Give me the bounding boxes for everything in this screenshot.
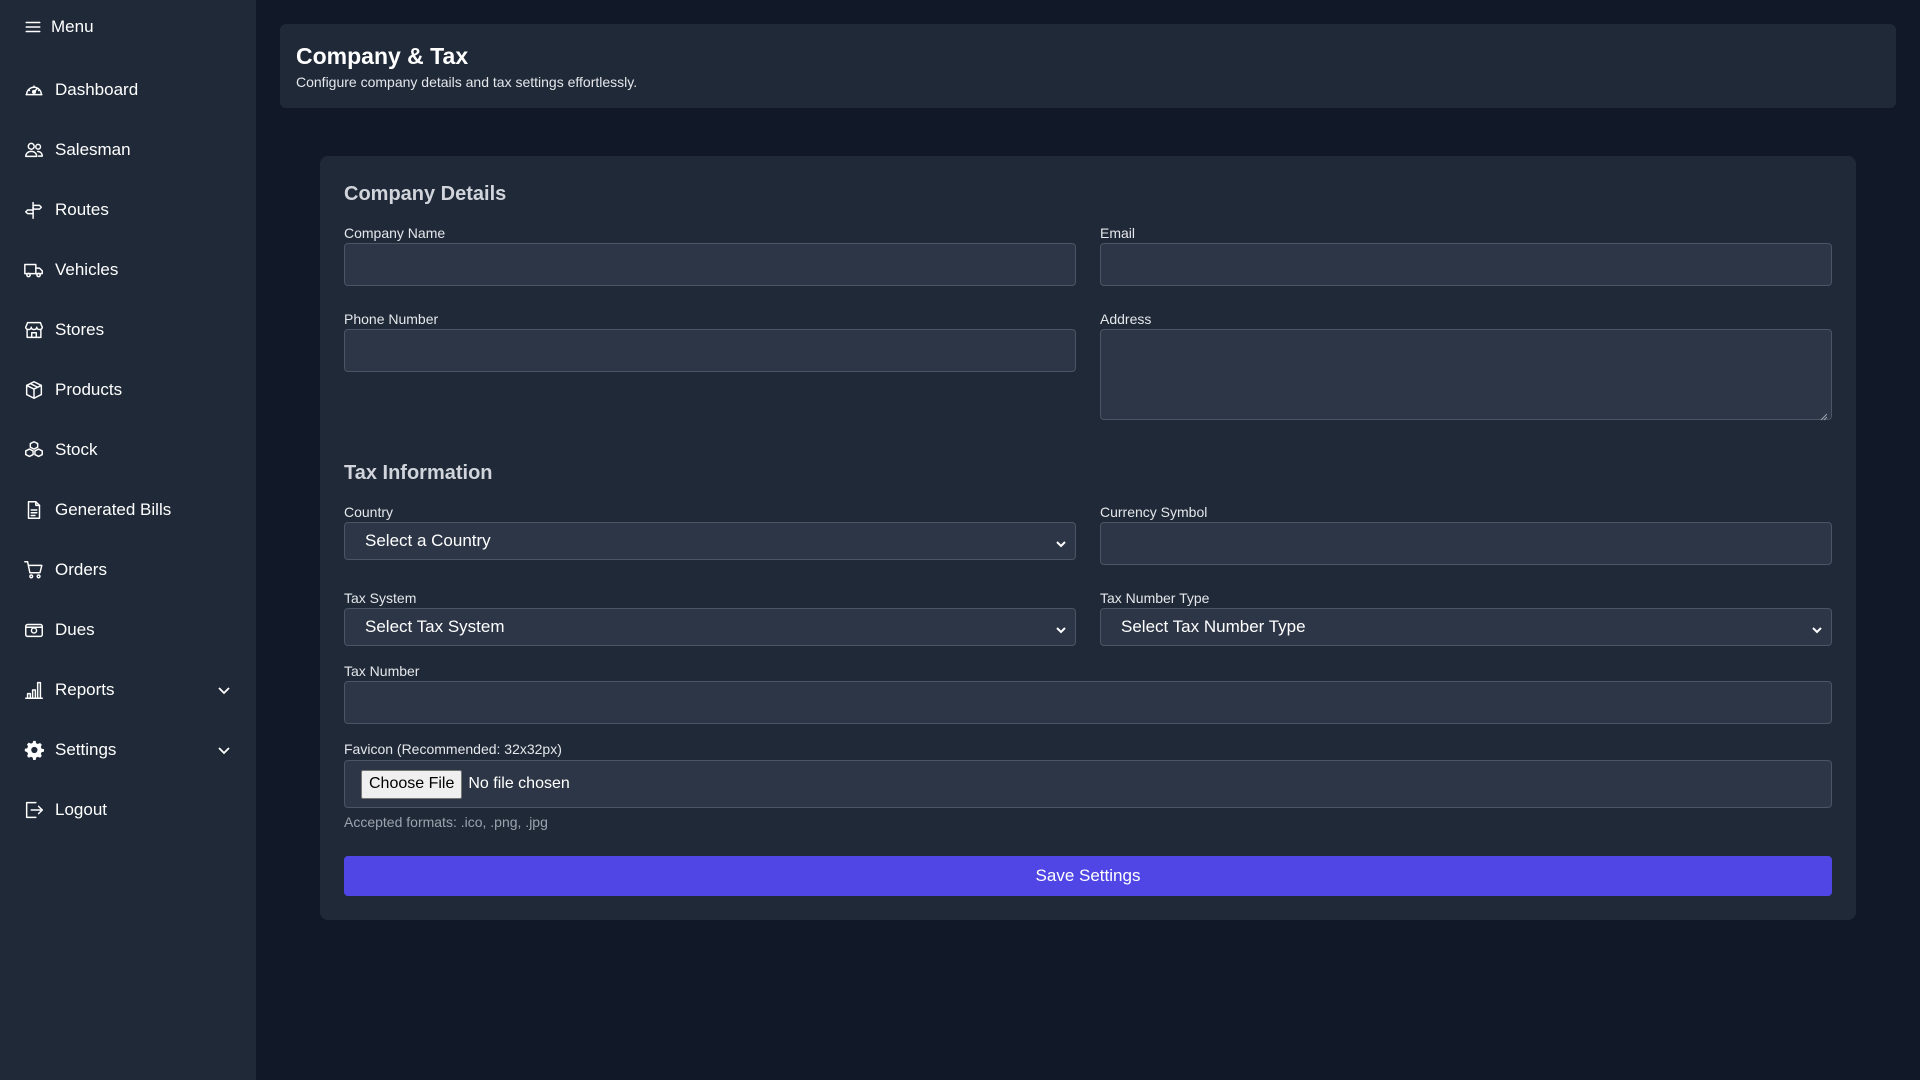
sidebar-item-settings[interactable]: Settings [0, 720, 256, 780]
page-header: Company & Tax Configure company details … [280, 24, 1896, 108]
address-label: Address [1100, 311, 1152, 327]
sidebar-item-logout[interactable]: Logout [0, 780, 256, 840]
signpost-icon [22, 199, 45, 222]
email-label: Email [1100, 225, 1136, 241]
chevron-down-icon[interactable] [216, 742, 232, 758]
chevron-down-icon[interactable] [216, 682, 232, 698]
sidebar-item-label: Reports [55, 680, 115, 699]
favicon-file-input[interactable]: Choose File No file chosen [344, 760, 1832, 808]
tax-system-select[interactable]: Select Tax System [344, 608, 1076, 646]
company-name-label: Company Name [344, 225, 446, 241]
sidebar-item-label: Salesman [55, 140, 131, 159]
gear-icon [22, 739, 45, 762]
page-title: Company & Tax [296, 43, 469, 69]
currency-symbol-label: Currency Symbol [1100, 504, 1208, 520]
sidebar-item-products[interactable]: Products [0, 360, 256, 420]
tax-information-heading: Tax Information [344, 462, 493, 484]
sidebar-item-label: Dues [55, 620, 95, 639]
users-icon [22, 139, 45, 162]
store-icon [22, 319, 45, 342]
tax-number-input[interactable] [344, 681, 1832, 724]
sidebar-item-label: Generated Bills [55, 500, 172, 519]
sidebar-item-label: Orders [55, 560, 107, 579]
gauge-icon [22, 79, 45, 102]
choose-file-button[interactable]: Choose File [361, 769, 463, 799]
sidebar-item-label: Products [55, 380, 123, 399]
resize-handle-icon[interactable] [1820, 408, 1828, 421]
file-status-text: No file chosen [468, 775, 570, 792]
sidebar: Menu Dashboard Salesman Routes Vehicles … [0, 0, 256, 1080]
favicon-label: Favicon (Recommended: 32x32px) [344, 741, 562, 757]
sidebar-nav: Dashboard Salesman Routes Vehicles Store… [0, 60, 256, 840]
menu-label: Menu [51, 17, 94, 36]
logout-icon [22, 799, 45, 822]
email-input[interactable] [1100, 243, 1832, 286]
sidebar-item-routes[interactable]: Routes [0, 180, 256, 240]
chevron-down-icon [1055, 535, 1067, 548]
company-details-heading: Company Details [344, 183, 507, 205]
tax-number-label: Tax Number [344, 663, 420, 679]
company-name-input[interactable] [344, 243, 1076, 286]
sidebar-item-label: Routes [55, 200, 109, 219]
save-settings-button[interactable]: Save Settings [344, 856, 1832, 896]
bar-chart-icon [22, 679, 45, 702]
sidebar-item-label: Dashboard [55, 80, 139, 99]
sidebar-item-label: Stock [55, 440, 98, 459]
tax-system-label: Tax System [344, 590, 417, 606]
document-icon [22, 499, 45, 522]
chevron-down-icon [1055, 621, 1067, 634]
sidebar-item-label: Vehicles [55, 260, 119, 279]
country-selected-value: Select a Country [365, 531, 491, 550]
tax-number-type-label: Tax Number Type [1100, 590, 1210, 606]
sidebar-item-generated-bills[interactable]: Generated Bills [0, 480, 256, 540]
sidebar-item-label: Logout [55, 800, 107, 819]
country-label: Country [344, 504, 394, 520]
page-subtitle: Configure company details and tax settin… [296, 74, 638, 90]
address-textarea[interactable] [1100, 329, 1832, 421]
sidebar-item-dues[interactable]: Dues [0, 600, 256, 660]
box-icon [22, 379, 45, 402]
sidebar-item-label: Stores [55, 320, 105, 339]
currency-symbol-input[interactable] [1100, 522, 1832, 565]
hamburger-icon [25, 21, 41, 33]
truck-icon [22, 259, 45, 282]
sidebar-item-vehicles[interactable]: Vehicles [0, 240, 256, 300]
sidebar-item-reports[interactable]: Reports [0, 660, 256, 720]
tax-number-type-select[interactable]: Select Tax Number Type [1100, 608, 1832, 646]
favicon-format-hint: Accepted formats: .ico, .png, .jpg [344, 814, 548, 830]
phone-number-label: Phone Number [344, 311, 439, 327]
menu-toggle[interactable]: Menu [24, 17, 94, 37]
boxes-icon [22, 439, 45, 462]
tax-system-selected-value: Select Tax System [365, 617, 505, 636]
sidebar-item-stock[interactable]: Stock [0, 420, 256, 480]
sidebar-item-label: Settings [55, 740, 117, 759]
sidebar-item-stores[interactable]: Stores [0, 300, 256, 360]
sidebar-item-salesman[interactable]: Salesman [0, 120, 256, 180]
sidebar-item-dashboard[interactable]: Dashboard [0, 60, 256, 120]
country-select[interactable]: Select a Country [344, 522, 1076, 560]
cash-icon [22, 619, 45, 642]
phone-number-input[interactable] [344, 329, 1076, 372]
settings-form-card: Company Details Company Name Email Phone… [320, 156, 1856, 920]
tax-number-type-selected-value: Select Tax Number Type [1121, 617, 1306, 636]
chevron-down-icon [1811, 621, 1823, 634]
sidebar-item-orders[interactable]: Orders [0, 540, 256, 600]
cart-icon [22, 559, 45, 582]
